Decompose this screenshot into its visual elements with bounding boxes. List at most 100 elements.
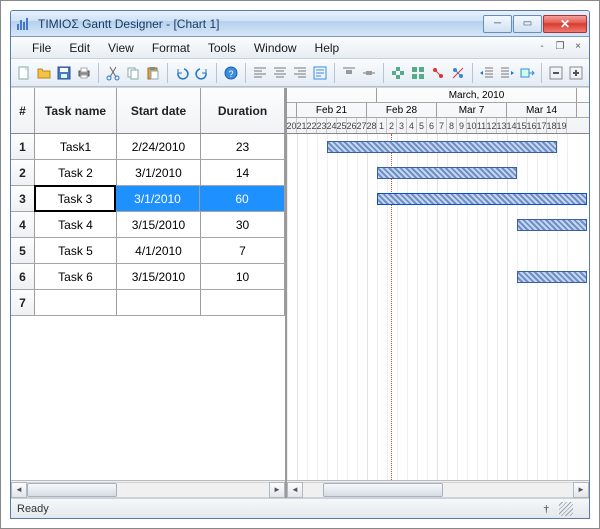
save-button[interactable]: [55, 62, 73, 84]
wrap-button[interactable]: [311, 62, 329, 84]
scroll-left-icon[interactable]: ◄: [11, 482, 27, 498]
cell-duration[interactable]: 23: [201, 134, 285, 159]
indent-button[interactable]: [498, 62, 516, 84]
gantt-row[interactable]: [287, 290, 589, 316]
gantt-bar[interactable]: [377, 167, 517, 179]
scroll-right-icon[interactable]: ►: [573, 482, 589, 498]
menu-tools[interactable]: Tools: [199, 39, 245, 57]
redo-button[interactable]: [193, 62, 211, 84]
table-row[interactable]: 6Task 63/15/201010: [11, 264, 285, 290]
cell-start[interactable]: 2/24/2010: [117, 134, 201, 159]
goto-button[interactable]: [518, 62, 536, 84]
row-num[interactable]: 4: [11, 212, 35, 237]
cell-task[interactable]: Task 3: [34, 185, 116, 212]
maximize-button[interactable]: ▭: [513, 15, 542, 33]
scroll-thumb[interactable]: [323, 483, 443, 497]
mdi-restore-button[interactable]: ❐: [553, 39, 567, 53]
gantt-row[interactable]: [287, 264, 589, 290]
cell-task[interactable]: Task 6: [35, 264, 117, 289]
cell-start[interactable]: 4/1/2010: [117, 238, 201, 263]
cell-start[interactable]: 3/15/2010: [117, 264, 201, 289]
align-left-button[interactable]: [251, 62, 269, 84]
gantt-row[interactable]: [287, 238, 589, 264]
cell-task[interactable]: Task 2: [35, 160, 117, 185]
open-button[interactable]: [35, 62, 53, 84]
cell-task[interactable]: [35, 290, 117, 315]
menu-window[interactable]: Window: [245, 39, 306, 57]
gantt-row[interactable]: [287, 212, 589, 238]
scroll-left-icon[interactable]: ◄: [287, 482, 303, 498]
table-row[interactable]: 4Task 43/15/201030: [11, 212, 285, 238]
cell-task[interactable]: Task1: [35, 134, 117, 159]
menu-help[interactable]: Help: [306, 39, 349, 57]
close-button[interactable]: ✕: [543, 15, 587, 33]
cell-duration[interactable]: 10: [201, 264, 285, 289]
undo-button[interactable]: [173, 62, 191, 84]
help-button[interactable]: ?: [222, 62, 240, 84]
cell-duration[interactable]: [201, 290, 285, 315]
row-num[interactable]: 7: [11, 290, 35, 315]
row-num[interactable]: 5: [11, 238, 35, 263]
cell-duration[interactable]: 30: [201, 212, 285, 237]
table-row[interactable]: 1Task12/24/201023: [11, 134, 285, 160]
table-row[interactable]: 7: [11, 290, 285, 316]
table-row[interactable]: 2Task 23/1/201014: [11, 160, 285, 186]
gantt-row[interactable]: [287, 186, 589, 212]
minimize-button[interactable]: ─: [483, 15, 512, 33]
scroll-right-icon[interactable]: ►: [269, 482, 285, 498]
table-row[interactable]: 3Task 33/1/201060: [11, 186, 285, 212]
cut-button[interactable]: [104, 62, 122, 84]
cell-duration[interactable]: 14: [201, 160, 285, 185]
outdent-button[interactable]: [478, 62, 496, 84]
cell-start[interactable]: 3/1/2010: [116, 186, 200, 211]
gantt-bar[interactable]: [327, 141, 557, 153]
cell-start[interactable]: 3/15/2010: [117, 212, 201, 237]
zoom-out-button[interactable]: [409, 62, 427, 84]
paste-button[interactable]: [144, 62, 162, 84]
grid-body[interactable]: 1Task12/24/2010232Task 23/1/2010143Task …: [11, 134, 285, 480]
gantt-bar[interactable]: [377, 193, 587, 205]
header-start[interactable]: Start date: [117, 88, 201, 133]
row-num[interactable]: 3: [11, 186, 35, 211]
gantt-row[interactable]: [287, 134, 589, 160]
row-num[interactable]: 2: [11, 160, 35, 185]
link-button[interactable]: [429, 62, 447, 84]
copy-button[interactable]: [124, 62, 142, 84]
unlink-button[interactable]: [449, 62, 467, 84]
menu-format[interactable]: Format: [143, 39, 199, 57]
resize-grip-icon[interactable]: [559, 502, 573, 516]
mdi-minimize-button[interactable]: -: [535, 39, 549, 53]
table-row[interactable]: 5Task 54/1/20107: [11, 238, 285, 264]
zoom-in-button[interactable]: [389, 62, 407, 84]
align-center-button[interactable]: [271, 62, 289, 84]
cell-duration[interactable]: 60: [200, 186, 285, 211]
titlebar[interactable]: ΤΙΜΙΟΣ Gantt Designer - [Chart 1] ─ ▭ ✕: [11, 11, 589, 37]
collapse-button[interactable]: [547, 62, 565, 84]
cell-start[interactable]: 3/1/2010: [117, 160, 201, 185]
cell-start[interactable]: [117, 290, 201, 315]
gantt-row[interactable]: [287, 160, 589, 186]
mdi-close-button[interactable]: ×: [571, 39, 585, 53]
header-task[interactable]: Task name: [35, 88, 117, 133]
cell-duration[interactable]: 7: [201, 238, 285, 263]
align-top-button[interactable]: [340, 62, 358, 84]
scroll-thumb[interactable]: [27, 483, 117, 497]
cell-task[interactable]: Task 5: [35, 238, 117, 263]
gantt-bar[interactable]: [517, 271, 587, 283]
gantt-bar[interactable]: [517, 219, 587, 231]
cell-task[interactable]: Task 4: [35, 212, 117, 237]
menu-view[interactable]: View: [99, 39, 143, 57]
align-middle-button[interactable]: [360, 62, 378, 84]
new-button[interactable]: [15, 62, 33, 84]
menu-file[interactable]: File: [23, 39, 60, 57]
menu-edit[interactable]: Edit: [60, 39, 99, 57]
print-button[interactable]: [75, 62, 93, 84]
gantt-body[interactable]: [287, 134, 589, 480]
grid-hscroll[interactable]: ◄ ►: [11, 480, 285, 498]
expand-button[interactable]: [567, 62, 585, 84]
row-num[interactable]: 6: [11, 264, 35, 289]
header-duration[interactable]: Duration: [201, 88, 285, 133]
row-num[interactable]: 1: [11, 134, 35, 159]
align-right-button[interactable]: [291, 62, 309, 84]
header-num[interactable]: #: [11, 88, 35, 133]
